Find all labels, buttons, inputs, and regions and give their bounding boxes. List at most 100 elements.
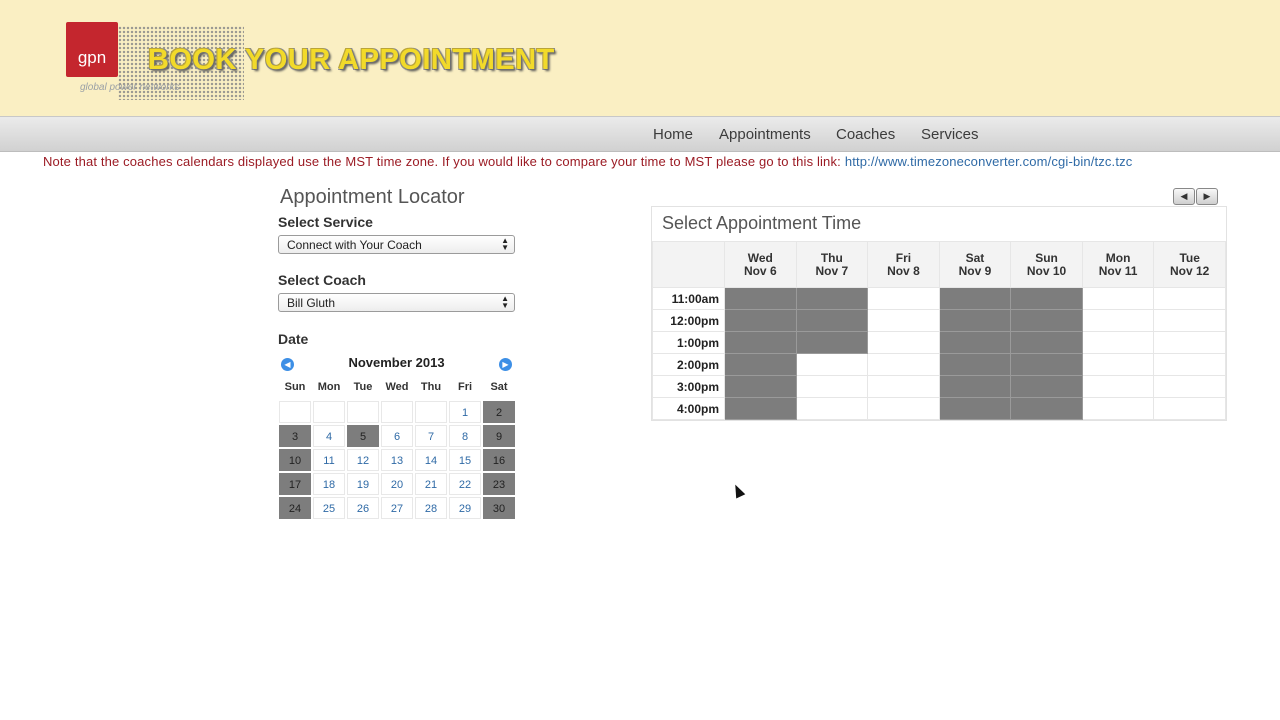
time-slot-available[interactable] xyxy=(1153,397,1226,420)
calendar-day[interactable]: 29 xyxy=(449,497,481,519)
calendar-day[interactable]: 20 xyxy=(381,473,413,495)
calendar-day: 3 xyxy=(279,425,311,447)
time-slot-available[interactable] xyxy=(795,353,869,376)
calendar-day[interactable]: 27 xyxy=(381,497,413,519)
time-slot-unavailable xyxy=(938,287,1012,310)
time-slot-available[interactable] xyxy=(795,397,869,420)
time-slot-available[interactable] xyxy=(1081,397,1155,420)
day-column-header: Mon Nov 11 xyxy=(1081,241,1155,288)
time-slot-available[interactable] xyxy=(867,375,940,398)
calendar-day[interactable]: 19 xyxy=(347,473,379,495)
time-slot-unavailable xyxy=(1010,309,1083,332)
calendar-day[interactable]: 7 xyxy=(415,425,447,447)
time-slot-available[interactable] xyxy=(1081,331,1155,354)
gpn-logo[interactable]: gpn xyxy=(66,22,118,77)
time-slot-available[interactable] xyxy=(1153,353,1226,376)
time-slot-available[interactable] xyxy=(867,309,940,332)
coach-select[interactable]: Bill Gluth ▲ ▼ xyxy=(278,293,515,312)
time-label: 11:00am xyxy=(652,287,725,310)
calendar-day: 24 xyxy=(279,497,311,519)
day-column-weekday: Fri xyxy=(895,250,912,265)
mouse-cursor-icon xyxy=(730,482,746,499)
day-column-date: Nov 10 xyxy=(1026,263,1067,278)
calendar-day[interactable]: 12 xyxy=(347,449,379,471)
time-slot-available[interactable] xyxy=(1153,331,1226,354)
time-slot-unavailable xyxy=(938,331,1012,354)
calendar-day[interactable]: 14 xyxy=(415,449,447,471)
calendar-empty-cell xyxy=(279,401,311,423)
time-slot-available[interactable] xyxy=(867,397,940,420)
time-slot-available[interactable] xyxy=(867,353,940,376)
calendar-day: 9 xyxy=(483,425,515,447)
time-label: 3:00pm xyxy=(652,375,725,398)
time-slot-unavailable xyxy=(724,375,797,398)
calendar-day[interactable]: 6 xyxy=(381,425,413,447)
day-column-weekday: Sat xyxy=(965,250,985,265)
calendar-day[interactable]: 11 xyxy=(313,449,345,471)
time-slot-available[interactable] xyxy=(1081,375,1155,398)
day-column-date: Nov 9 xyxy=(958,263,992,278)
time-slot-available[interactable] xyxy=(867,331,940,354)
nav-services[interactable]: Services xyxy=(921,126,979,143)
time-slot-available[interactable] xyxy=(1153,309,1226,332)
time-slot-unavailable xyxy=(795,331,869,354)
time-row: 1:00pm xyxy=(652,331,1226,354)
day-column-header: Wed Nov 6 xyxy=(724,241,797,288)
week-navigation: ◀ ▶ xyxy=(1173,186,1219,205)
day-column-header: Sun Nov 10 xyxy=(1010,241,1083,288)
day-column-date: Nov 6 xyxy=(743,263,777,278)
service-select[interactable]: Connect with Your Coach ▲ ▼ xyxy=(278,235,515,254)
logo-tagline: global power networks xyxy=(80,82,180,93)
triangle-left-icon[interactable]: ◀ xyxy=(1173,188,1195,205)
calendar-day[interactable]: 22 xyxy=(449,473,481,495)
weekday-header: Fri xyxy=(457,381,473,393)
next-month-icon[interactable]: ▶ xyxy=(499,358,512,371)
appointment-time-title: Select Appointment Time xyxy=(662,213,862,233)
time-slot-unavailable xyxy=(724,353,797,376)
calendar-day[interactable]: 28 xyxy=(415,497,447,519)
calendar-day[interactable]: 25 xyxy=(313,497,345,519)
coach-select-value: Bill Gluth xyxy=(287,296,336,310)
time-slot-unavailable xyxy=(795,287,869,310)
time-slot-unavailable xyxy=(1010,331,1083,354)
calendar-day[interactable]: 21 xyxy=(415,473,447,495)
day-column-weekday: Tue xyxy=(1179,250,1200,265)
time-label: 1:00pm xyxy=(652,331,725,354)
calendar-day[interactable]: 15 xyxy=(449,449,481,471)
time-slot-unavailable xyxy=(938,397,1012,420)
calendar-day[interactable]: 1 xyxy=(449,401,481,423)
time-slot-available[interactable] xyxy=(1081,353,1155,376)
time-slot-available[interactable] xyxy=(1081,287,1155,310)
timezone-note: Note that the coaches calendars displaye… xyxy=(43,154,1132,169)
nav-home[interactable]: Home xyxy=(653,126,693,143)
weekday-header: Mon xyxy=(317,381,341,393)
time-slot-available[interactable] xyxy=(1081,309,1155,332)
time-slot-available[interactable] xyxy=(867,287,940,310)
time-row: 3:00pm xyxy=(652,375,1226,398)
time-slot-unavailable xyxy=(724,309,797,332)
time-slot-unavailable xyxy=(1010,287,1083,310)
day-column-header: Tue Nov 12 xyxy=(1153,241,1226,288)
grid-corner xyxy=(652,241,725,288)
nav-appointments[interactable]: Appointments xyxy=(719,126,811,143)
calendar-day[interactable]: 13 xyxy=(381,449,413,471)
day-column-header: Sat Nov 9 xyxy=(938,241,1012,288)
calendar-day: 10 xyxy=(279,449,311,471)
calendar-day[interactable]: 18 xyxy=(313,473,345,495)
triangle-right-icon[interactable]: ▶ xyxy=(1196,188,1218,205)
time-slot-unavailable xyxy=(724,331,797,354)
weekday-header: Wed xyxy=(385,381,409,393)
time-slot-available[interactable] xyxy=(1153,287,1226,310)
calendar-day[interactable]: 4 xyxy=(313,425,345,447)
timezone-link[interactable]: http://www.timezoneconverter.com/cgi-bin… xyxy=(845,154,1133,169)
calendar-day[interactable]: 8 xyxy=(449,425,481,447)
appointment-time-panel: Select Appointment Time Wed Nov 6 Thu Nov 7… xyxy=(651,206,1227,421)
select-arrows-icon: ▲ ▼ xyxy=(501,294,509,310)
nav-coaches[interactable]: Coaches xyxy=(836,126,895,143)
time-slot-available[interactable] xyxy=(1153,375,1226,398)
main-nav: Home Appointments Coaches Services xyxy=(0,116,1280,152)
calendar-day[interactable]: 26 xyxy=(347,497,379,519)
time-slot-unavailable xyxy=(795,309,869,332)
time-slot-available[interactable] xyxy=(795,375,869,398)
note-text: Note that the coaches calendars displaye… xyxy=(43,154,841,169)
